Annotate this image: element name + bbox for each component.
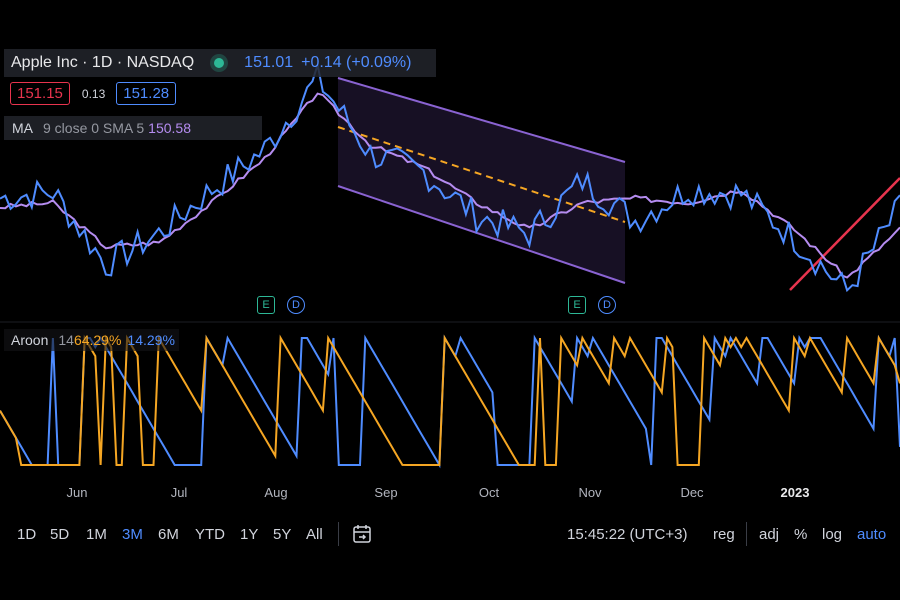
symbol-title: Apple Inc · 1D · NASDAQ [11, 54, 195, 71]
auto-toggle[interactable]: auto [857, 526, 886, 543]
x-tick-label: Nov [578, 485, 602, 500]
toolbar-divider [746, 522, 747, 546]
aroon-legend-title: Aroon [11, 332, 49, 348]
x-tick-label: 2023 [780, 485, 810, 500]
spread-value: 0.13 [81, 86, 106, 101]
goto-date-icon[interactable] [351, 523, 373, 549]
adj-toggle[interactable]: adj [759, 526, 779, 543]
range-1y-button[interactable]: 1Y [240, 526, 258, 543]
x-tick-label: Aug [264, 485, 288, 500]
ma-legend-params: 9 close 0 SMA 5 [43, 120, 145, 136]
ma-legend-value: 150.58 [148, 120, 191, 136]
earnings-marker[interactable]: E [257, 296, 275, 314]
trend-line-red [789, 177, 900, 291]
last-price: 151.01 [244, 54, 294, 71]
aroon-down-value: 14.29% [127, 332, 175, 348]
range-5d-button[interactable]: 5D [50, 526, 69, 543]
ma-legend[interactable]: MA 9 close 0 SMA 5 150.58 [4, 116, 262, 140]
range-3m-button[interactable]: 3M [122, 526, 143, 543]
session-reg-button[interactable]: reg [713, 526, 735, 543]
log-toggle[interactable]: log [822, 526, 842, 543]
range-5y-button[interactable]: 5Y [273, 526, 291, 543]
dividend-marker[interactable]: D [287, 296, 305, 314]
aroon-up-value: 64.29% [73, 332, 122, 348]
x-tick-label: Sep [374, 485, 398, 500]
clock-time[interactable]: 15:45:22 (UTC+3) [567, 526, 687, 543]
aroon-up-line [0, 334, 900, 466]
earnings-marker[interactable]: E [568, 296, 586, 314]
ask-button[interactable]: 151.28 [116, 82, 177, 105]
aroon-legend-params: 14 [58, 332, 74, 348]
price-channel [337, 77, 626, 284]
bid-button[interactable]: 151.15 [10, 82, 70, 105]
quote-panel: 151.15 0.13 151.28 [0, 82, 177, 105]
x-tick-label: Jul [170, 485, 188, 500]
bottom-toolbar: 1D 5D 1M 3M 6M YTD 1Y 5Y All 15:45:22 (U… [0, 516, 900, 552]
price-change: +0.14 (+0.09%) [301, 54, 412, 71]
x-tick-label: Oct [478, 485, 500, 500]
percent-toggle[interactable]: % [794, 526, 807, 543]
toolbar-divider [338, 522, 339, 546]
aroon-down-line [0, 334, 900, 469]
symbol-header[interactable]: Apple Inc · 1D · NASDAQ 151.01 +0.14 (+0… [4, 49, 436, 77]
range-ytd-button[interactable]: YTD [195, 526, 225, 543]
range-all-button[interactable]: All [306, 526, 323, 543]
range-1d-button[interactable]: 1D [17, 526, 36, 543]
ma-legend-title: MA [12, 120, 33, 136]
channel-fill [338, 78, 625, 283]
range-1m-button[interactable]: 1M [86, 526, 107, 543]
aroon-legend[interactable]: Aroon 14 64.29% 14.29% [4, 329, 179, 351]
market-status-icon [214, 58, 225, 68]
dividend-marker[interactable]: D [598, 296, 616, 314]
range-6m-button[interactable]: 6M [158, 526, 179, 543]
x-tick-label: Jun [66, 485, 88, 500]
x-tick-label: Dec [680, 485, 704, 500]
